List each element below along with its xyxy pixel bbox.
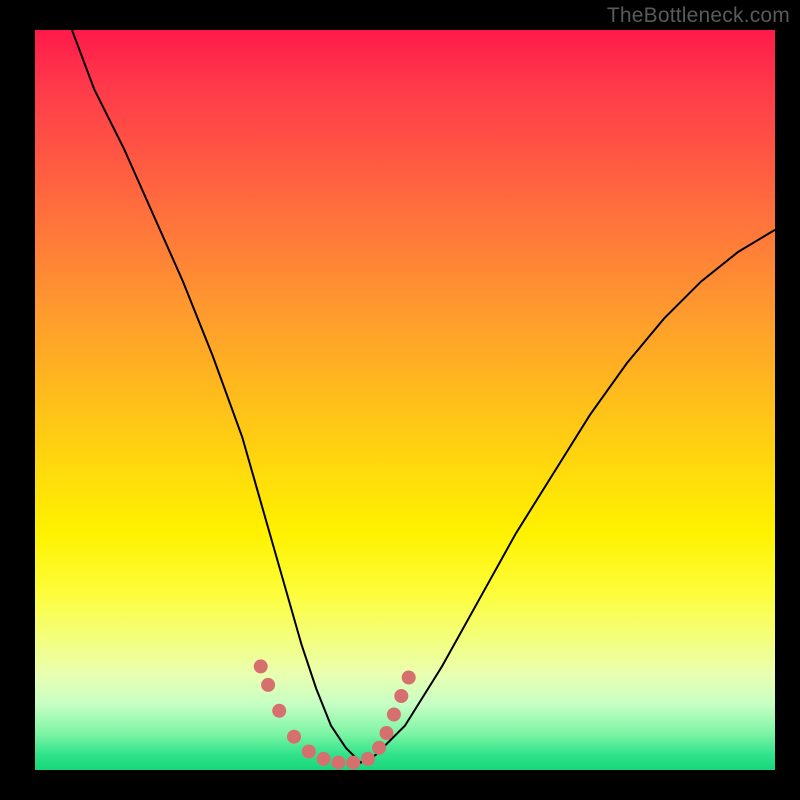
highlight-markers bbox=[254, 659, 416, 769]
bottleneck-chart bbox=[35, 30, 775, 770]
highlight-point bbox=[272, 704, 286, 718]
highlight-point bbox=[394, 689, 408, 703]
highlight-point bbox=[254, 659, 268, 673]
highlight-point bbox=[361, 752, 375, 766]
highlight-point bbox=[380, 726, 394, 740]
bottleneck-curve-line bbox=[72, 30, 775, 763]
highlight-point bbox=[261, 678, 275, 692]
chart-plot-area bbox=[35, 30, 775, 770]
highlight-point bbox=[346, 756, 360, 770]
highlight-point bbox=[302, 745, 316, 759]
highlight-point bbox=[317, 752, 331, 766]
highlight-point bbox=[287, 730, 301, 744]
highlight-point bbox=[402, 671, 416, 685]
highlight-point bbox=[387, 708, 401, 722]
highlight-point bbox=[331, 756, 345, 770]
highlight-point bbox=[372, 741, 386, 755]
watermark-text: TheBottleneck.com bbox=[607, 4, 790, 28]
